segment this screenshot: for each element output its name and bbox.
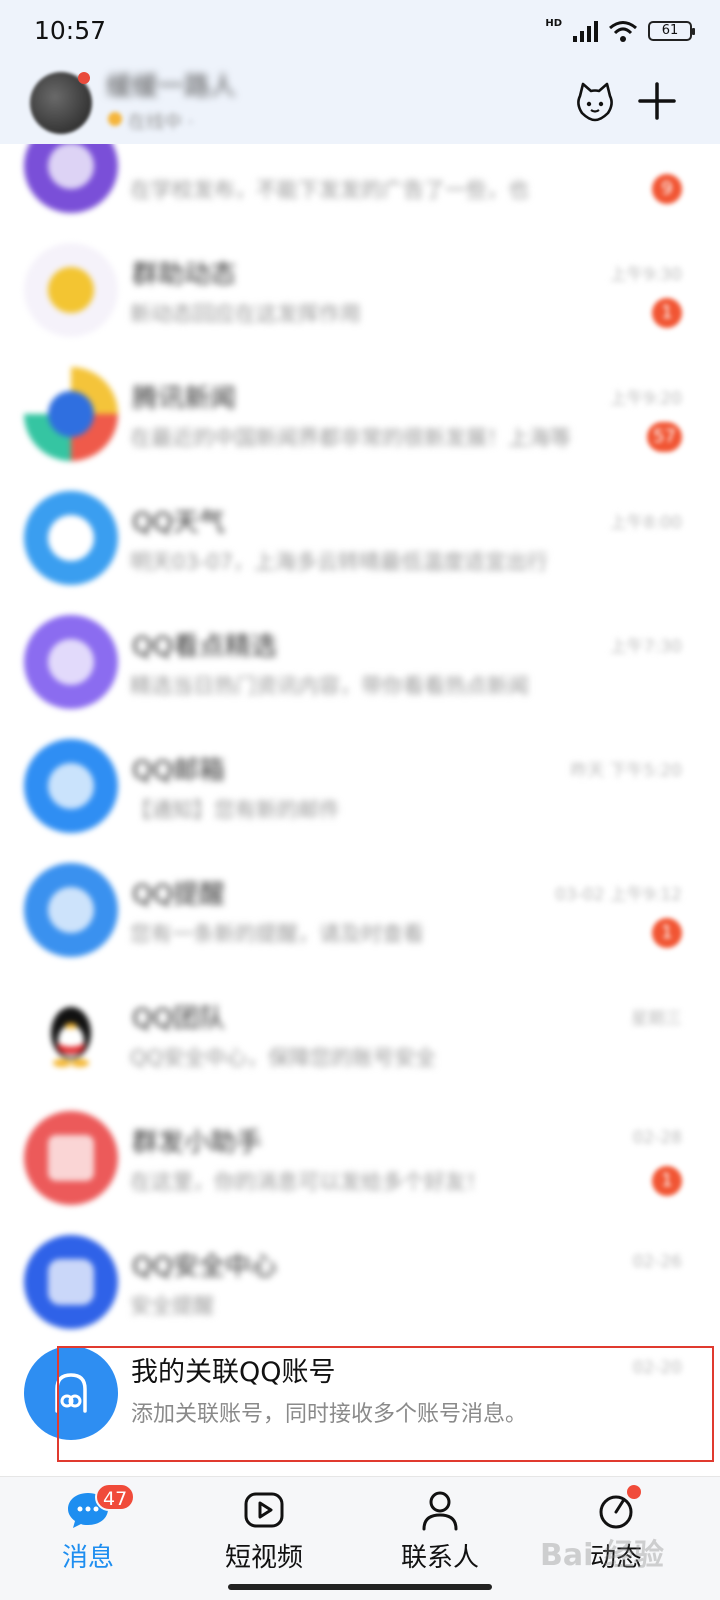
- conversation-item[interactable]: QQ团队 QQ安全中心，保障您的账号安全 星期三: [0, 972, 720, 1096]
- penguin-icon: [51, 1007, 91, 1067]
- conversation-item[interactable]: 腾讯新闻 在最近的中国新闻界都非常的很新发展！上海等 上午9:20 57: [0, 352, 720, 476]
- conversation-item[interactable]: QQ看点精选 精选当日热门资讯内容，带你看看热点新闻 上午7:30: [0, 600, 720, 724]
- conversation-name: QQ看点精选: [132, 632, 277, 662]
- person-icon: [417, 1487, 463, 1533]
- conversation-avatar: [24, 144, 118, 213]
- conversation-avatar: [24, 863, 118, 957]
- online-status-icon: [108, 112, 122, 126]
- conversation-preview: 【通知】您有新的邮件: [130, 798, 340, 822]
- home-indicator[interactable]: [228, 1584, 492, 1590]
- conversation-avatar: [24, 1111, 118, 1205]
- linked-account-title: 我的关联QQ账号: [131, 1357, 336, 1388]
- conversation-avatar: [24, 739, 118, 833]
- app-header: 缓缓一路人 在线中 ·: [0, 64, 720, 144]
- conversation-avatar: [24, 987, 118, 1081]
- linked-account-time: 02-20: [632, 1358, 682, 1378]
- video-play-icon: [241, 1487, 287, 1533]
- conversation-preview: 您有一条新的提醒，请及时查看: [130, 922, 424, 946]
- linked-qq-account-item[interactable]: 我的关联QQ账号 添加关联账号，同时接收多个账号消息。 02-20: [0, 1322, 720, 1446]
- conversation-avatar: [24, 615, 118, 709]
- messages-unread-badge: 47: [95, 1483, 136, 1511]
- conversation-time: 上午8:00: [609, 513, 682, 533]
- conversation-preview: 明天03-07，上海多云转晴最低温度适宜出行: [130, 550, 549, 574]
- conversation-time: 上午7:30: [609, 637, 682, 657]
- conversation-preview: 安全提醒: [130, 1294, 214, 1318]
- hd-label: HD: [545, 17, 562, 29]
- moments-notification-dot: [627, 1485, 641, 1499]
- conversation-time: 上午9:20: [609, 389, 682, 409]
- conversation-avatar: [24, 243, 118, 337]
- unread-badge: 9: [652, 174, 682, 204]
- nav-messages-label: 消息: [61, 1543, 114, 1573]
- conversation-preview: 在学校发布，不能下发发的广告了一些，也: [130, 178, 529, 202]
- conversation-name: 群发小助手: [132, 1128, 263, 1158]
- conversation-time: 星期三: [631, 1009, 682, 1029]
- cat-face-icon[interactable]: [572, 78, 618, 124]
- nav-contacts[interactable]: 联系人: [370, 1487, 510, 1587]
- status-time: 10:57: [34, 16, 107, 45]
- conversation-item[interactable]: QQ邮箱 【通知】您有新的邮件 昨天 下午5:20: [0, 724, 720, 848]
- linked-account-avatar: [24, 1346, 118, 1440]
- user-status-text[interactable]: 在线中 ·: [128, 108, 193, 134]
- conversation-preview: 精选当日热门资讯内容，带你看看热点新闻: [130, 674, 529, 698]
- watermark: Bai 经验: [540, 1538, 664, 1573]
- conversation-time: 02-26: [632, 1252, 682, 1272]
- conversation-item[interactable]: 在学校发布，不能下发发的广告了一些，也 9: [0, 144, 720, 228]
- conversation-time: 03-02 上午9:12: [555, 885, 682, 905]
- status-icons: HD 61: [545, 17, 695, 42]
- conversation-item[interactable]: QQ提醒 您有一条新的提醒，请及时查看 03-02 上午9:12 1: [0, 848, 720, 972]
- nav-contacts-label: 联系人: [400, 1543, 479, 1573]
- conversation-item[interactable]: 群助动态 新动态回应在这发挥作用 上午9:30 1: [0, 228, 720, 352]
- add-plus-icon[interactable]: [634, 78, 680, 124]
- nav-short-videos-label: 短视频: [224, 1543, 303, 1573]
- conversation-preview: QQ安全中心，保障您的账号安全: [130, 1046, 437, 1070]
- signal-icon: [573, 21, 598, 42]
- conversation-time: 上午9:30: [609, 265, 682, 285]
- conversation-name: 群助动态: [132, 260, 237, 290]
- conversation-preview: 在最近的中国新闻界都非常的很新发展！上海等: [130, 426, 571, 450]
- linked-account-description: 添加关联账号，同时接收多个账号消息。: [131, 1402, 528, 1427]
- conversation-name: QQ邮箱: [132, 756, 225, 786]
- user-nickname[interactable]: 缓缓一路人: [106, 66, 236, 103]
- battery-indicator: 61: [648, 21, 695, 41]
- conversation-avatar: [24, 367, 118, 461]
- linked-account-icon: [55, 1373, 87, 1413]
- nav-short-videos[interactable]: 短视频: [194, 1487, 334, 1587]
- unread-badge: 1: [652, 298, 682, 328]
- conversation-avatar: [24, 491, 118, 585]
- conversation-item[interactable]: QQ天气 明天03-07，上海多云转晴最低温度适宜出行 上午8:00: [0, 476, 720, 600]
- conversation-name: QQ天气: [132, 508, 225, 538]
- moments-icon: [593, 1485, 641, 1533]
- conversation-name: 腾讯新闻: [132, 384, 237, 414]
- unread-badge: 1: [652, 1166, 682, 1196]
- conversation-item[interactable]: 群发小助手 在这里，你的消息可以发给多个好友！ 02-28 1: [0, 1096, 720, 1220]
- conversation-preview: 在这里，你的消息可以发给多个好友！: [130, 1170, 487, 1194]
- wifi-icon: [609, 21, 637, 42]
- unread-badge: 1: [652, 918, 682, 948]
- nav-messages[interactable]: 47 消息: [18, 1483, 158, 1587]
- conversation-time: 昨天 下午5:20: [570, 761, 682, 781]
- unread-badge: 57: [647, 422, 682, 452]
- conversation-name: QQ安全中心: [132, 1252, 277, 1282]
- avatar-notification-dot: [78, 72, 90, 84]
- status-bar: 10:57 HD 61: [0, 0, 720, 64]
- conversation-name: QQ团队: [132, 1004, 225, 1034]
- conversation-avatar: [24, 1235, 118, 1329]
- conversation-name: QQ提醒: [132, 880, 225, 910]
- chat-bubble-icon: 47: [65, 1483, 136, 1533]
- conversation-list[interactable]: 在学校发布，不能下发发的广告了一些，也 9 群助动态 新动态回应在这发挥作用 上…: [0, 144, 720, 1476]
- conversation-preview: 新动态回应在这发挥作用: [130, 302, 361, 326]
- conversation-time: 02-28: [632, 1128, 682, 1148]
